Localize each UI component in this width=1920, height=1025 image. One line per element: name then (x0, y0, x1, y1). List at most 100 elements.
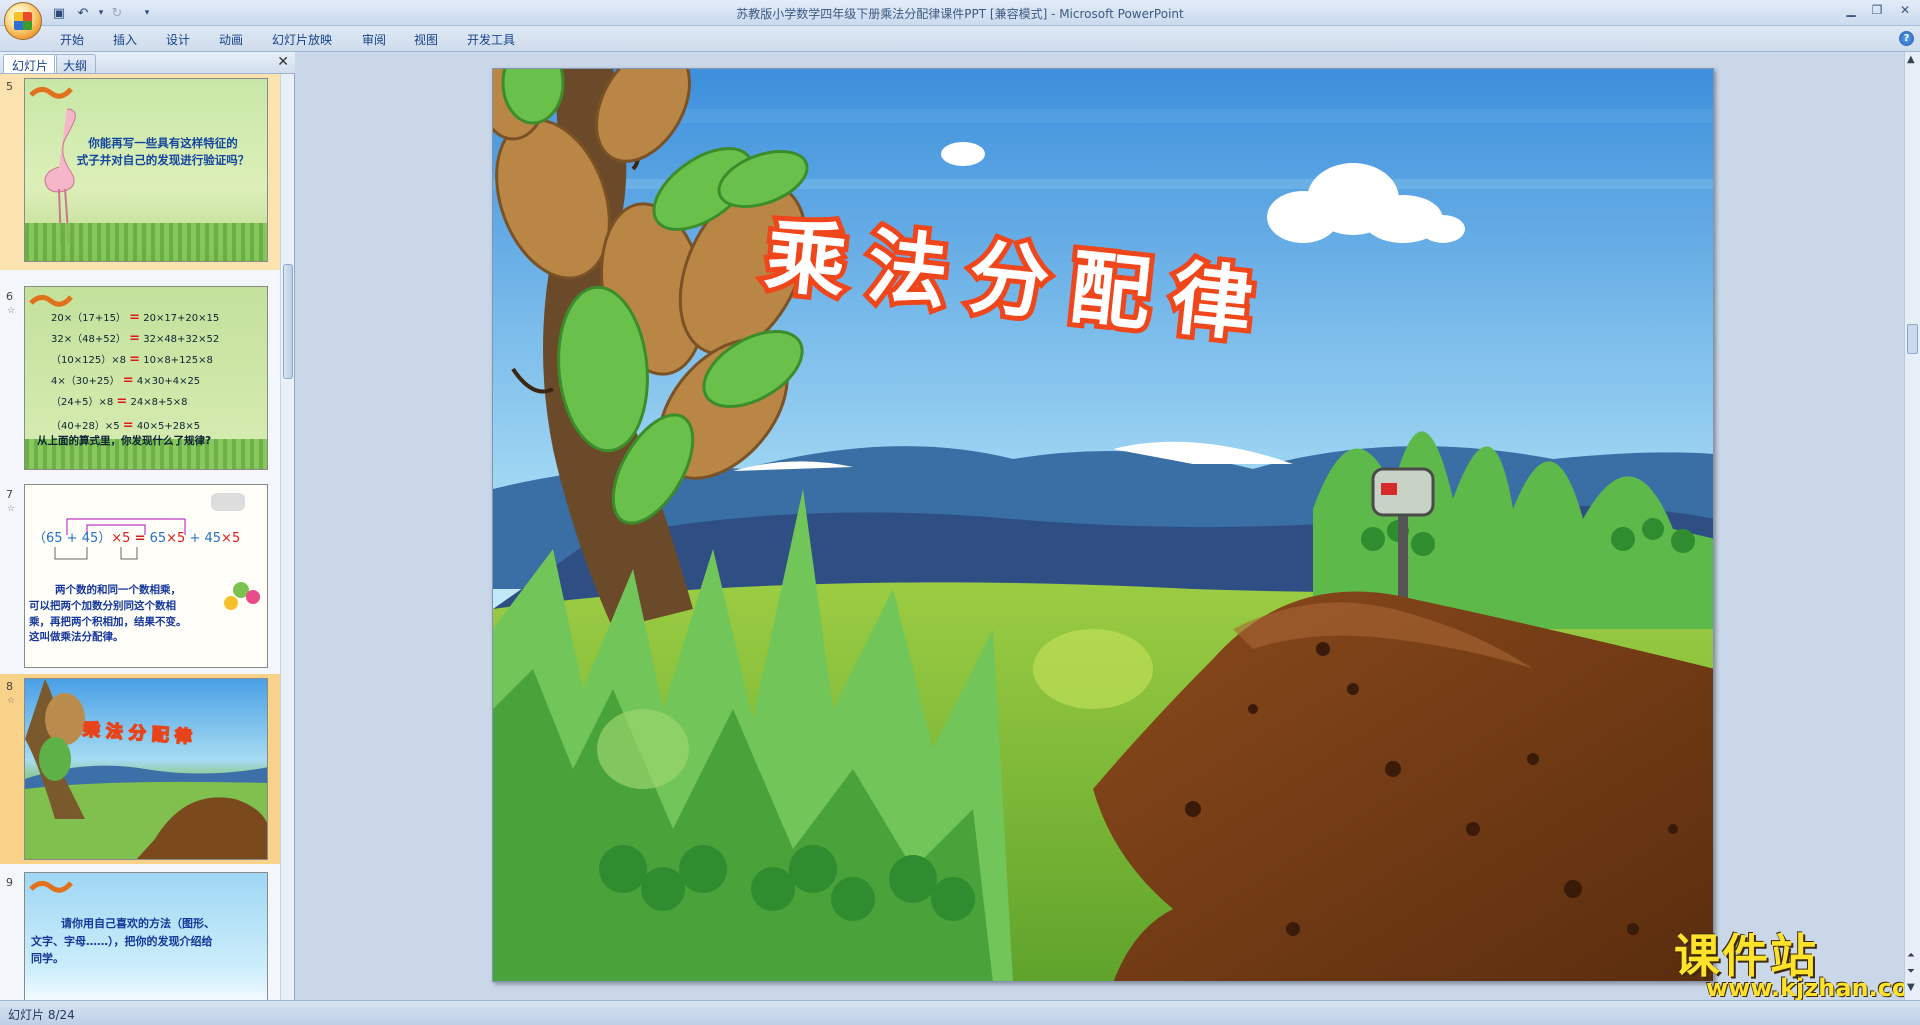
formula-c: ×5 (221, 531, 241, 546)
ribbon-tabs: 开始 插入 设计 动画 幻灯片放映 审阅 视图 开发工具 ? (0, 26, 1920, 52)
tab-slides[interactable]: 幻灯片 (3, 54, 58, 73)
tab-review[interactable]: 审阅 (362, 31, 386, 48)
equation-row: （40+28）×5 = 40×5+28×5 (51, 417, 200, 433)
watermark-logo: 课件站 www.kjzhan.com (1670, 920, 1920, 1004)
equation-right: 32×48+32×52 (143, 334, 220, 345)
equation-left: （24+5）×8 (51, 397, 114, 408)
thumbnail-scene (25, 679, 267, 859)
slide-number: 7 (6, 488, 13, 501)
panel-tabs: 幻灯片 大纲 ✕ (0, 52, 295, 74)
thumbnail-image: 乘法分配律 (24, 678, 268, 860)
next-slide-icon[interactable]: ⏷ (1907, 966, 1915, 977)
thumbnail-line: 你能再写一些具有这样特征的 (88, 136, 238, 150)
equation-right: 40×5+28×5 (136, 421, 201, 432)
thumbnail-line: 请你用自己喜欢的方法（图形、 (61, 917, 215, 930)
slide-thumbnail-7[interactable]: 7 ☆ （65 + 45）×5 = 65×5 + 45×5 两个数的和同一个数相… (0, 482, 280, 672)
slide-title-graphic[interactable]: 乘法分配律 (493, 69, 1714, 982)
scrollbar-thumb[interactable] (1907, 324, 1918, 354)
equation-left: （40+28）×5 (51, 421, 120, 432)
equation-left: 32×（48+52） (51, 334, 126, 345)
rule-line: 这叫做乘法分配律。 (29, 631, 124, 644)
slide-title-text[interactable]: 乘法分配律 (756, 204, 1283, 360)
equation-row: 4×（30+25） = 4×30+4×25 (51, 372, 200, 388)
grass-decoration (25, 223, 267, 261)
formula-equals: = (134, 531, 146, 546)
rule-line: 两个数的和同一个数相乘， (55, 584, 181, 596)
window-title: 苏教版小学数学四年级下册乘法分配律课件PPT [兼容模式] - Microsof… (736, 7, 1184, 21)
thumbnail-text: 请你用自己喜欢的方法（图形、 文字、字母……），把你的发现介绍给 同学。 (31, 915, 263, 968)
close-panel-icon[interactable]: ✕ (277, 54, 289, 70)
slide-thumbnail-8[interactable]: 8 ☆ 乘法分配律 (0, 674, 280, 864)
tab-design[interactable]: 设计 (166, 31, 190, 48)
thumbnail-line: 同学。 (31, 952, 64, 966)
equation-left: （10×125）×8 (51, 355, 126, 366)
previous-slide-icon[interactable]: ⏶ (1907, 950, 1915, 961)
office-button[interactable] (4, 2, 42, 40)
thumbnail-image: 请你用自己喜欢的方法（图形、 文字、字母……），把你的发现介绍给 同学。 (24, 872, 268, 1000)
slide-indicator: 幻灯片 8/24 (8, 1008, 75, 1022)
equation-left: 20×（17+15） (51, 313, 126, 324)
restore-icon[interactable]: ❐ (1864, 2, 1890, 20)
slide-edit-area: 乘法分配律 课件站 www.kjzhan.com (296, 52, 1920, 1002)
tab-view[interactable]: 视图 (414, 31, 438, 48)
label-icon (29, 881, 73, 893)
slide-number: 8 (6, 680, 13, 693)
rule-line: 乘，再把两个积相加，结果不变。 (29, 615, 187, 628)
thumbnail-text: 你能再写一些具有这样特征的 式子并对自己的发现进行验证吗？ (65, 135, 261, 168)
equation-row: 20×（17+15） = 20×17+20×15 (51, 309, 219, 325)
thumbnail-image: （65 + 45）×5 = 65×5 + 45×5 两个数的和同一个数相乘， 可… (24, 484, 268, 668)
status-bar: 幻灯片 8/24 (0, 1000, 1920, 1025)
help-icon[interactable]: ? (1899, 31, 1914, 46)
tab-insert[interactable]: 插入 (113, 31, 137, 48)
equals-sign: = (116, 394, 128, 409)
formula-b: ×5 (166, 531, 186, 546)
slides-panel: 幻灯片 大纲 ✕ 5 你能再写一些具有这样特征的 式子并对自己的发现进行验证吗？ (0, 52, 295, 1000)
slide-scrollbar[interactable]: ▲ ⏶ ⏷ ▼ (1904, 52, 1920, 1000)
minimize-icon[interactable]: ▁ (1838, 2, 1864, 20)
equation-right: 4×30+4×25 (136, 376, 201, 387)
scrollbar-thumb[interactable] (283, 264, 293, 379)
equals-sign: = (122, 418, 134, 433)
tab-outline[interactable]: 大纲 (54, 54, 97, 73)
rule-text: 两个数的和同一个数相乘， 可以把两个加数分别同这个数相 乘，再把两个积相加，结果… (29, 583, 209, 646)
slide-number: 5 (6, 80, 13, 93)
equation-right: 10×8+125×8 (143, 355, 213, 366)
thumbnail-scrollbar[interactable] (280, 74, 294, 1000)
slide-thumbnail-9[interactable]: 9 请你用自己喜欢的方法（图形、 文字、字母……），把你的发现介绍给 同学。 (0, 870, 280, 1000)
formula-plus: + 45 (189, 531, 222, 546)
tab-animations[interactable]: 动画 (219, 31, 243, 48)
equation-row: （10×125）×8 = 10×8+125×8 (51, 351, 213, 367)
scroll-down-icon[interactable]: ▼ (1907, 982, 1915, 993)
slide-thumbnail-6[interactable]: 6 ☆ 20×（17+15） = 20×17+20×15 32×（48+52） … (0, 284, 280, 474)
current-slide[interactable]: 乘法分配律 (492, 68, 1714, 982)
thumbnail-line: 文字、字母……），把你的发现介绍给 (31, 934, 213, 948)
equals-sign: = (129, 310, 141, 325)
scroll-up-icon[interactable]: ▲ (1907, 54, 1915, 65)
office-logo-icon (14, 12, 32, 30)
close-icon[interactable]: ✕ (1892, 2, 1918, 20)
equation-left: 4×（30+25） (51, 376, 120, 387)
animation-icon: ☆ (7, 306, 16, 316)
animation-icon: ☆ (7, 696, 16, 706)
tab-slideshow[interactable]: 幻灯片放映 (272, 31, 332, 48)
thumbnail-line: 式子并对自己的发现进行验证吗？ (76, 152, 250, 167)
equals-sign: = (122, 373, 134, 388)
formula-times: ×5 (111, 531, 131, 546)
question-text: 从上面的算式里，你发现什么了规律? (37, 435, 212, 447)
tab-developer[interactable]: 开发工具 (467, 31, 515, 48)
watermark-url: www.kjzhan.com (1706, 974, 1920, 1002)
animation-icon: ☆ (7, 504, 16, 514)
equation-right: 20×17+20×15 (143, 313, 220, 324)
slide-thumbnail-5[interactable]: 5 你能再写一些具有这样特征的 式子并对自己的发现进行验证吗？ (0, 74, 280, 270)
tab-home[interactable]: 开始 (60, 31, 84, 48)
equals-sign: = (129, 331, 141, 346)
thumbnail-image: 你能再写一些具有这样特征的 式子并对自己的发现进行验证吗？ (24, 78, 268, 262)
formula-a: 65 (149, 531, 167, 546)
thumbnail-image: 20×（17+15） = 20×17+20×15 32×（48+52） = 32… (24, 286, 268, 470)
equation-row: 32×（48+52） = 32×48+32×52 (51, 330, 219, 346)
slide-number: 9 (6, 876, 13, 889)
slide-thumbnail-list: 5 你能再写一些具有这样特征的 式子并对自己的发现进行验证吗？ 6 ☆ 20×（… (0, 74, 280, 1000)
title-bar: ▣ ↶ ▾ ↻ ▾ 苏教版小学数学四年级下册乘法分配律课件PPT [兼容模式] … (0, 0, 1920, 40)
formula-left: （65 + 45） (33, 531, 112, 546)
equation-row: （24+5）×8 = 24×8+5×8 (51, 393, 187, 409)
